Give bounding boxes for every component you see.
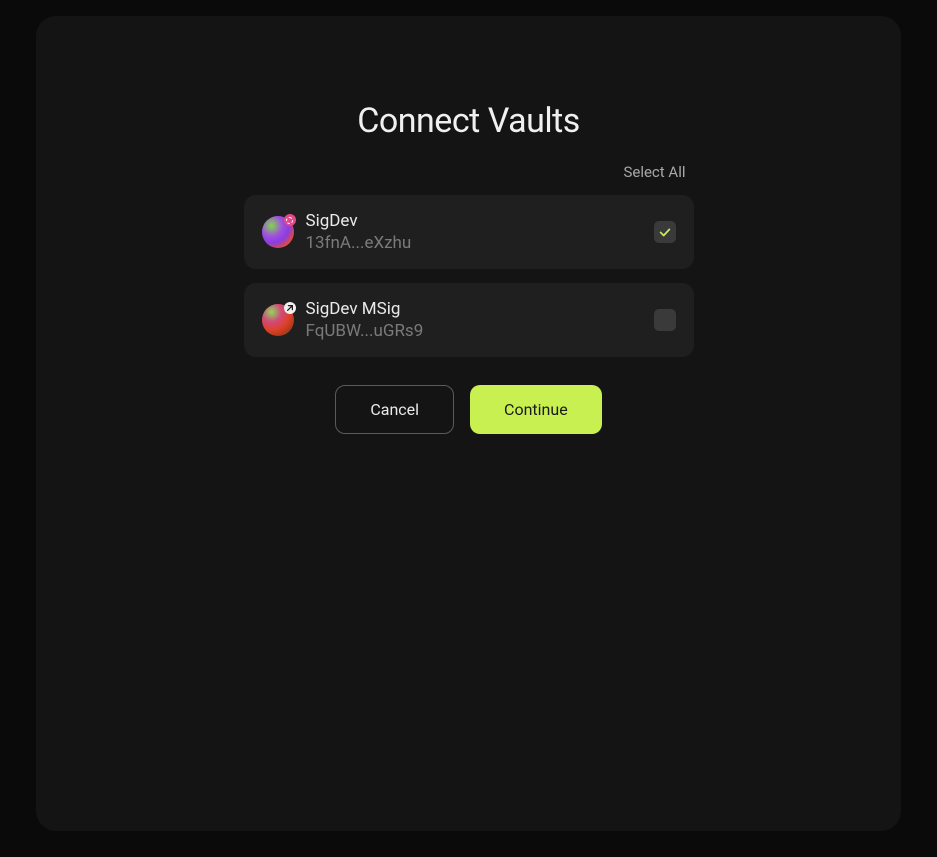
vault-name: SigDev (306, 211, 642, 231)
vault-avatar-wrap (262, 216, 294, 248)
vault-avatar-wrap (262, 304, 294, 336)
vault-checkbox[interactable] (654, 309, 676, 331)
select-all-row: Select All (244, 163, 694, 181)
modal-title: Connect Vaults (357, 101, 580, 141)
vault-item[interactable]: SigDev MSig FqUBW...uGRs9 (244, 283, 694, 357)
button-row: Cancel Continue (244, 385, 694, 434)
vault-address: 13fnA...eXzhu (306, 233, 642, 253)
vault-item[interactable]: SigDev 13fnA...eXzhu (244, 195, 694, 269)
vault-badge-icon (284, 214, 296, 226)
vault-info: SigDev 13fnA...eXzhu (306, 211, 642, 253)
connect-vaults-modal: Connect Vaults Select All SigDev 13fnA..… (36, 16, 901, 831)
vault-info: SigDev MSig FqUBW...uGRs9 (306, 299, 642, 341)
select-all-button[interactable]: Select All (623, 163, 685, 181)
vault-checkbox[interactable] (654, 221, 676, 243)
continue-button[interactable]: Continue (470, 385, 602, 434)
content-area: Select All SigDev 13fnA...eXzhu (244, 163, 694, 434)
vault-address: FqUBW...uGRs9 (306, 321, 642, 341)
vault-badge-icon (284, 302, 296, 314)
vault-name: SigDev MSig (306, 299, 642, 319)
check-icon (658, 225, 672, 239)
cancel-button[interactable]: Cancel (335, 385, 454, 434)
vault-list: SigDev 13fnA...eXzhu (244, 195, 694, 357)
